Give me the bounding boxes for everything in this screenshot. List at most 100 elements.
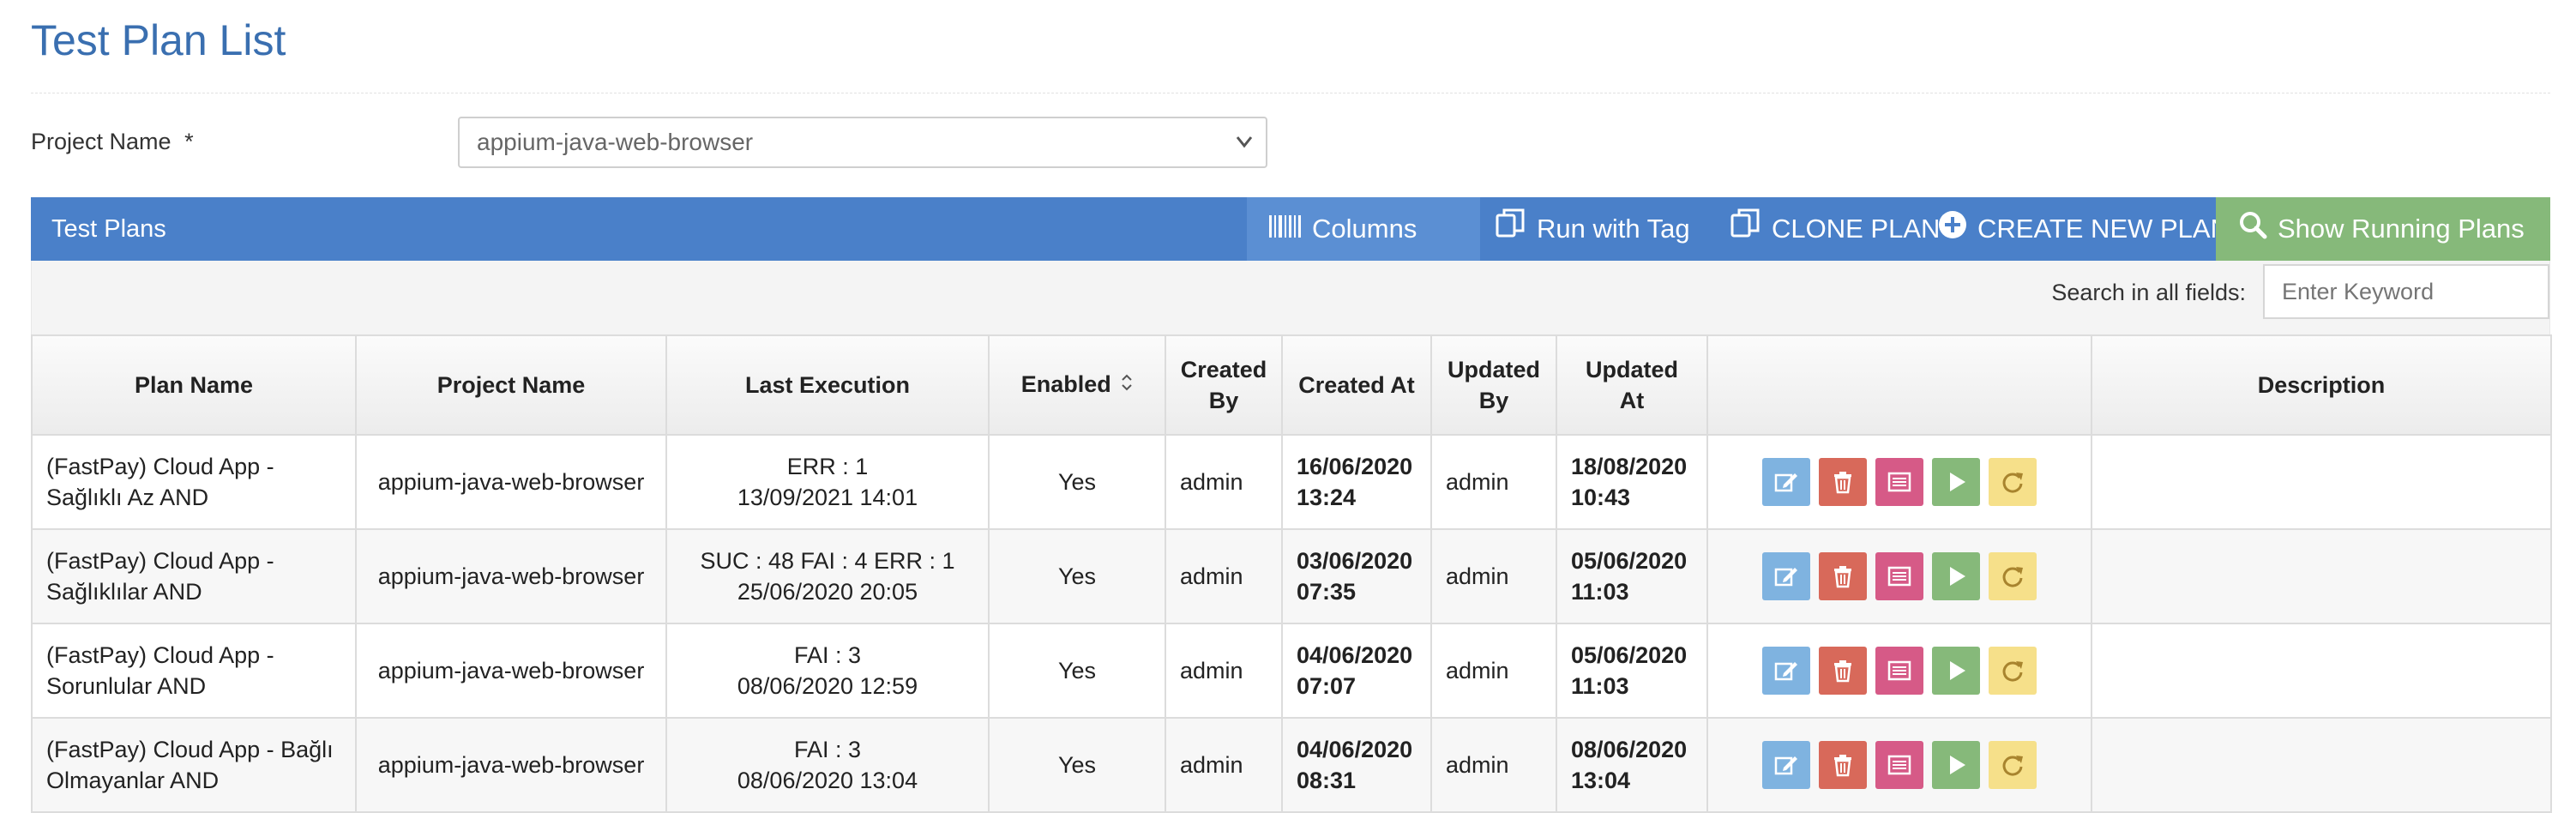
edit-icon <box>1774 662 1797 681</box>
plan-name-cell[interactable]: (FastPay) Cloud App - Sağlıklı Az AND <box>31 434 357 530</box>
created-at-date: 04/06/2020 <box>1297 737 1413 762</box>
table-row[interactable]: (FastPay) Cloud App - Sağlıklı Az AND app… <box>31 434 2552 530</box>
run-button[interactable] <box>1932 552 1980 600</box>
refresh-icon <box>2002 473 2023 493</box>
log-button[interactable] <box>1875 741 1923 789</box>
updated-at-time: 11:03 <box>1571 673 1629 699</box>
show-running-plans-button[interactable]: Show Running Plans <box>2216 197 2550 261</box>
run-button[interactable] <box>1932 647 1980 695</box>
header-created-at[interactable]: Created At <box>1281 334 1432 436</box>
edit-button[interactable] <box>1762 741 1810 789</box>
sort-icon[interactable] <box>1116 374 1134 396</box>
rerun-button[interactable] <box>1989 552 2037 600</box>
refresh-icon <box>2002 567 2023 587</box>
rerun-button[interactable] <box>1989 647 2037 695</box>
header-description[interactable]: Description <box>2091 334 2552 436</box>
plan-name-line1: (FastPay) Cloud App - <box>46 642 274 668</box>
updated-at-time: 10:43 <box>1571 485 1631 510</box>
updated-by-cell: admin <box>1430 717 1557 813</box>
play-icon <box>1950 473 1965 491</box>
last-execution-date: 13/09/2021 14:01 <box>737 485 918 510</box>
created-by-cell: admin <box>1165 528 1283 624</box>
edit-button[interactable] <box>1762 552 1810 600</box>
delete-button[interactable] <box>1819 552 1867 600</box>
created-by-cell: admin <box>1165 623 1283 719</box>
project-name-cell: appium-java-web-browser <box>355 434 667 530</box>
updated-at-date: 05/06/2020 <box>1571 548 1688 574</box>
last-execution-status: FAI : 3 <box>793 642 862 668</box>
plan-name-cell[interactable]: (FastPay) Cloud App - Sorunlular AND <box>31 623 357 719</box>
actions-cell <box>1706 717 2092 813</box>
last-execution-cell: SUC : 48 FAI : 4 ERR : 1 25/06/2020 20:05 <box>665 528 990 624</box>
actions-cell <box>1706 434 2092 530</box>
project-name-cell: appium-java-web-browser <box>355 717 667 813</box>
show-running-plans-label: Show Running Plans <box>2278 214 2525 244</box>
rerun-button[interactable] <box>1989 458 2037 506</box>
header-created-by[interactable]: Created By <box>1165 334 1283 436</box>
run-with-tag-button[interactable]: Run with Tag <box>1494 197 1690 261</box>
list-icon <box>1887 566 1911 587</box>
updated-by-cell: admin <box>1430 528 1557 624</box>
project-select[interactable]: appium-java-web-browser <box>458 117 1267 168</box>
edit-icon <box>1774 568 1797 587</box>
copy-icon <box>1729 199 1761 262</box>
last-execution-date: 08/06/2020 13:04 <box>737 768 918 793</box>
list-icon <box>1887 472 1911 492</box>
edit-icon <box>1774 756 1797 775</box>
table-row[interactable]: (FastPay) Cloud App - Bağlı Olmayanlar AN… <box>31 717 2552 813</box>
create-new-plan-button[interactable]: CREATE NEW PLAN <box>1938 197 2230 261</box>
actions-cell <box>1706 623 2092 719</box>
plan-name-line1: (FastPay) Cloud App - <box>46 454 274 479</box>
edit-button[interactable] <box>1762 458 1810 506</box>
rerun-button[interactable] <box>1989 741 2037 789</box>
clone-plan-button[interactable]: CLONE PLAN <box>1729 197 1940 261</box>
trash-icon <box>1834 472 1851 494</box>
log-button[interactable] <box>1875 458 1923 506</box>
created-at-cell: 16/06/2020 13:24 <box>1281 434 1432 530</box>
delete-button[interactable] <box>1819 647 1867 695</box>
header-updated-by-line2: By <box>1478 388 1509 413</box>
created-at-date: 04/06/2020 <box>1297 642 1413 668</box>
search-bar: Search in all fields: <box>31 261 2550 334</box>
header-plan-name[interactable]: Plan Name <box>31 334 357 436</box>
header-updated-at[interactable]: Updated At <box>1556 334 1708 436</box>
delete-button[interactable] <box>1819 458 1867 506</box>
header-updated-by[interactable]: Updated By <box>1430 334 1557 436</box>
header-created-by-line2: By <box>1208 388 1239 413</box>
description-cell <box>2091 717 2552 813</box>
header-enabled-label: Enabled <box>1020 370 1111 397</box>
run-button[interactable] <box>1932 741 1980 789</box>
trash-icon <box>1834 755 1851 777</box>
header-project-name[interactable]: Project Name <box>355 334 667 436</box>
table-row[interactable]: (FastPay) Cloud App - Sağlıklılar AND app… <box>31 528 2552 624</box>
header-created-by-line1: Created <box>1180 357 1267 382</box>
columns-button[interactable]: Columns <box>1247 197 1480 261</box>
last-execution-cell: FAI : 3 08/06/2020 13:04 <box>665 717 990 813</box>
last-execution-status: SUC : 48 FAI : 4 ERR : 1 <box>700 548 955 574</box>
project-select-value: appium-java-web-browser <box>477 129 754 155</box>
enabled-cell: Yes <box>988 717 1166 813</box>
header-enabled[interactable]: Enabled <box>988 334 1166 436</box>
table-header-row: Plan Name Project Name Last Execution En… <box>31 334 2552 436</box>
header-last-execution[interactable]: Last Execution <box>665 334 990 436</box>
trash-icon <box>1834 660 1851 683</box>
log-button[interactable] <box>1875 647 1923 695</box>
refresh-icon <box>2002 661 2023 682</box>
clone-plan-label: CLONE PLAN <box>1772 214 1941 244</box>
plan-name-cell[interactable]: (FastPay) Cloud App - Bağlı Olmayanlar AN… <box>31 717 357 813</box>
created-at-time: 07:35 <box>1297 579 1357 605</box>
plan-name-cell[interactable]: (FastPay) Cloud App - Sağlıklılar AND <box>31 528 357 624</box>
run-button[interactable] <box>1932 458 1980 506</box>
plan-name-line2: Sorunlular AND <box>46 673 207 699</box>
play-icon <box>1950 756 1965 774</box>
edit-button[interactable] <box>1762 647 1810 695</box>
table-row[interactable]: (FastPay) Cloud App - Sorunlular AND appi… <box>31 623 2552 719</box>
plan-name-line2: Sağlıklı Az AND <box>46 485 209 510</box>
last-execution-status: ERR : 1 <box>786 454 869 479</box>
delete-button[interactable] <box>1819 741 1867 789</box>
last-execution-cell: ERR : 1 13/09/2021 14:01 <box>665 434 990 530</box>
log-button[interactable] <box>1875 552 1923 600</box>
search-input[interactable] <box>2263 264 2549 319</box>
list-icon <box>1887 755 1911 775</box>
header-updated-by-line1: Updated <box>1447 357 1540 382</box>
